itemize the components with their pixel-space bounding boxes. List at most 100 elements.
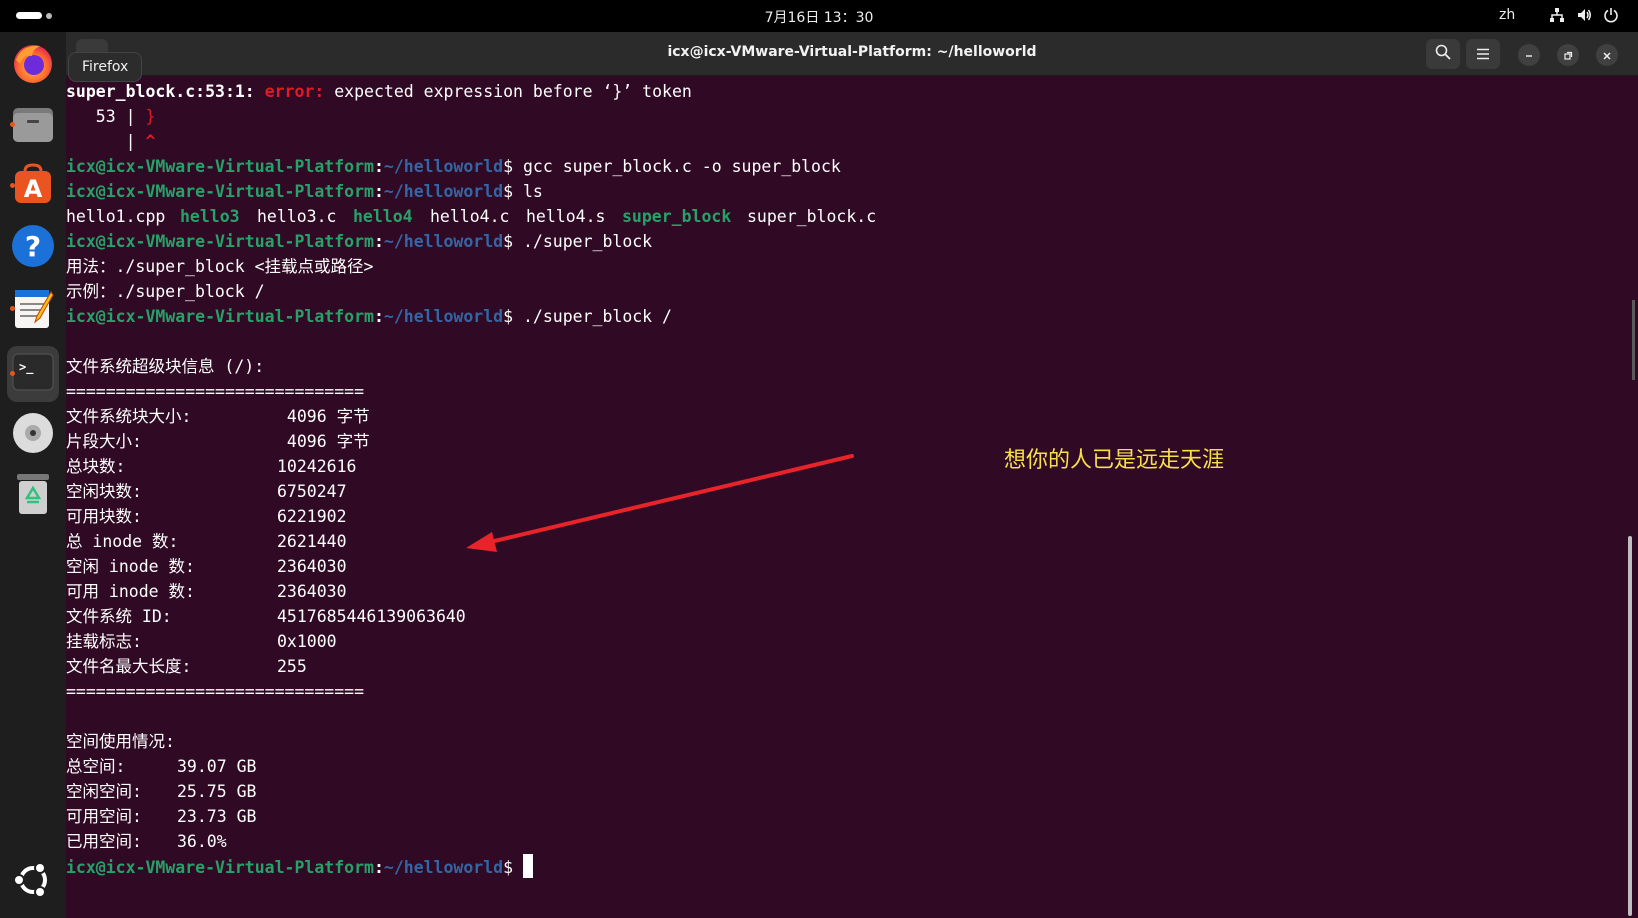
- error-caret-bar: |: [66, 132, 146, 151]
- ls-file: hello3.c: [257, 207, 337, 226]
- text-editor-icon: [11, 286, 55, 334]
- network-icon: [1548, 6, 1566, 24]
- command-text: ./super_block: [513, 232, 653, 251]
- help-icon: ?: [10, 223, 56, 273]
- dock: A ? >_: [0, 32, 66, 918]
- restore-icon: [1563, 46, 1573, 65]
- error-line-code: }: [145, 107, 156, 126]
- top-bar: 7月16日 13：30 zh: [0, 0, 1638, 32]
- firefox-icon: [10, 40, 56, 90]
- annotation-text: 想你的人已是远走天涯: [1004, 448, 1225, 473]
- dock-trash[interactable]: [7, 468, 59, 524]
- fs-row-value: 2364030: [277, 582, 347, 601]
- ls-executable: super_block: [622, 207, 732, 226]
- ls-executable: hello4: [353, 207, 413, 226]
- terminal-scrollbar[interactable]: [1628, 536, 1632, 916]
- error-source-line: 53 | }: [66, 104, 156, 129]
- menu-button[interactable]: [1466, 39, 1500, 69]
- separator-line: ==============================: [66, 682, 365, 701]
- dock-tooltip: Firefox: [68, 52, 143, 82]
- fs-row-label: 空闲块数:: [66, 482, 142, 501]
- fs-row: 文件系统块大小: 4096 字节: [66, 404, 666, 429]
- dock-text-editor[interactable]: [7, 282, 59, 338]
- prompt-line-current: icx@icx-VMware-Virtual-Platform:~/hellow…: [66, 854, 533, 879]
- terminal-output[interactable]: super_block.c:53:1: error: expected expr…: [66, 76, 1626, 918]
- space-row: 可用空间: 23.73 GB: [66, 804, 466, 829]
- space-row: 总空间: 39.07 GB: [66, 754, 466, 779]
- space-row-label: 已用空间:: [66, 832, 142, 851]
- example-line: 示例：./super_block /: [66, 282, 265, 301]
- command-text: ls: [513, 182, 543, 201]
- command-text: ./super_block /: [513, 307, 672, 326]
- dock-disc[interactable]: [7, 407, 59, 463]
- prompt-line-run1: icx@icx-VMware-Virtual-Platform:~/hellow…: [66, 232, 653, 251]
- system-tray[interactable]: [1548, 6, 1620, 24]
- fs-row: 可用块数: 6221902: [66, 504, 666, 529]
- minimize-button[interactable]: [1518, 44, 1540, 66]
- activities-button[interactable]: [16, 12, 52, 19]
- prompt-user: icx@icx-VMware-Virtual-Platform: [66, 307, 374, 326]
- fs-row-value: 6221902: [277, 507, 347, 526]
- fs-info-header: 文件系统超级块信息 (/):: [66, 357, 265, 376]
- fs-row-value: 2364030: [277, 557, 347, 576]
- fs-row-label: 总 inode 数:: [66, 532, 179, 551]
- dock-firefox[interactable]: [7, 37, 59, 93]
- prompt-path: ~/helloworld: [383, 858, 504, 877]
- dock-app-center[interactable]: A: [7, 159, 59, 215]
- fs-row-label: 片段大小:: [66, 432, 142, 451]
- prompt-user: icx@icx-VMware-Virtual-Platform: [66, 157, 374, 176]
- disc-icon: [11, 411, 55, 459]
- fs-row-label: 空闲 inode 数:: [66, 557, 195, 576]
- close-button[interactable]: [1596, 44, 1618, 66]
- svg-text:A: A: [24, 175, 43, 203]
- terminal-header-bar[interactable]: icx@icx-VMware-Virtual-Platform: ~/hello…: [66, 32, 1638, 76]
- search-button[interactable]: [1426, 39, 1460, 69]
- dock-files[interactable]: [7, 98, 59, 154]
- maximize-button[interactable]: [1557, 44, 1579, 66]
- fs-row: 空闲 inode 数: 2364030: [66, 554, 666, 579]
- running-indicator: [10, 183, 15, 188]
- space-row-label: 可用空间:: [66, 807, 142, 826]
- fs-row-value: 4096 字节: [277, 407, 370, 426]
- ls-file: hello4.c: [430, 207, 510, 226]
- folder-icon: [11, 102, 55, 150]
- fs-row-label: 挂载标志:: [66, 632, 142, 651]
- input-method-indicator[interactable]: zh: [1499, 7, 1515, 23]
- text-cursor: [522, 854, 533, 878]
- dock-show-apps[interactable]: [7, 854, 59, 910]
- space-row-label: 空闲空间:: [66, 782, 142, 801]
- svg-text:?: ?: [25, 230, 41, 263]
- fs-row: 文件系统 ID: 4517685446139063640: [66, 604, 666, 629]
- fs-row-value: 10242616: [277, 457, 357, 476]
- prompt-path: ~/helloworld: [383, 157, 504, 176]
- fs-row: 片段大小: 4096 字节: [66, 429, 666, 454]
- space-row: 已用空间: 36.0%: [66, 829, 466, 854]
- prompt-line-run2: icx@icx-VMware-Virtual-Platform:~/hellow…: [66, 307, 672, 326]
- close-icon: [1602, 46, 1612, 65]
- error-message: expected expression before ‘}’ token: [324, 82, 692, 101]
- dock-terminal[interactable]: >_: [7, 346, 59, 402]
- power-icon: [1602, 6, 1620, 24]
- search-icon: [1435, 44, 1451, 64]
- ls-output: hello1.cpp hello3 hello3.c hello4 hello4…: [66, 204, 966, 229]
- fs-row: 总块数: 10242616: [66, 454, 666, 479]
- space-row-value: 36.0%: [177, 832, 227, 851]
- prompt-line-ls: icx@icx-VMware-Virtual-Platform:~/hellow…: [66, 182, 543, 201]
- trash-icon: [13, 472, 53, 520]
- space-row-label: 总空间:: [66, 757, 126, 776]
- compiler-error-line: super_block.c:53:1: error: expected expr…: [66, 79, 692, 104]
- volume-icon: [1575, 6, 1593, 24]
- error-line-number: 53 |: [66, 107, 146, 126]
- running-indicator: [10, 306, 15, 311]
- dock-help[interactable]: ?: [7, 220, 59, 276]
- fs-row-label: 总块数:: [66, 457, 126, 476]
- space-row: 空闲空间: 25.75 GB: [66, 779, 466, 804]
- fs-row-label: 文件系统块大小:: [66, 407, 192, 426]
- space-row-value: 39.07 GB: [177, 757, 257, 776]
- clock[interactable]: 7月16日 13：30: [765, 10, 874, 26]
- error-location: super_block.c:53:1:: [66, 82, 255, 101]
- prompt-user: icx@icx-VMware-Virtual-Platform: [66, 232, 374, 251]
- fs-row-label: 可用块数:: [66, 507, 142, 526]
- error-caret-line: | ^: [66, 129, 156, 154]
- prompt-user: icx@icx-VMware-Virtual-Platform: [66, 858, 374, 877]
